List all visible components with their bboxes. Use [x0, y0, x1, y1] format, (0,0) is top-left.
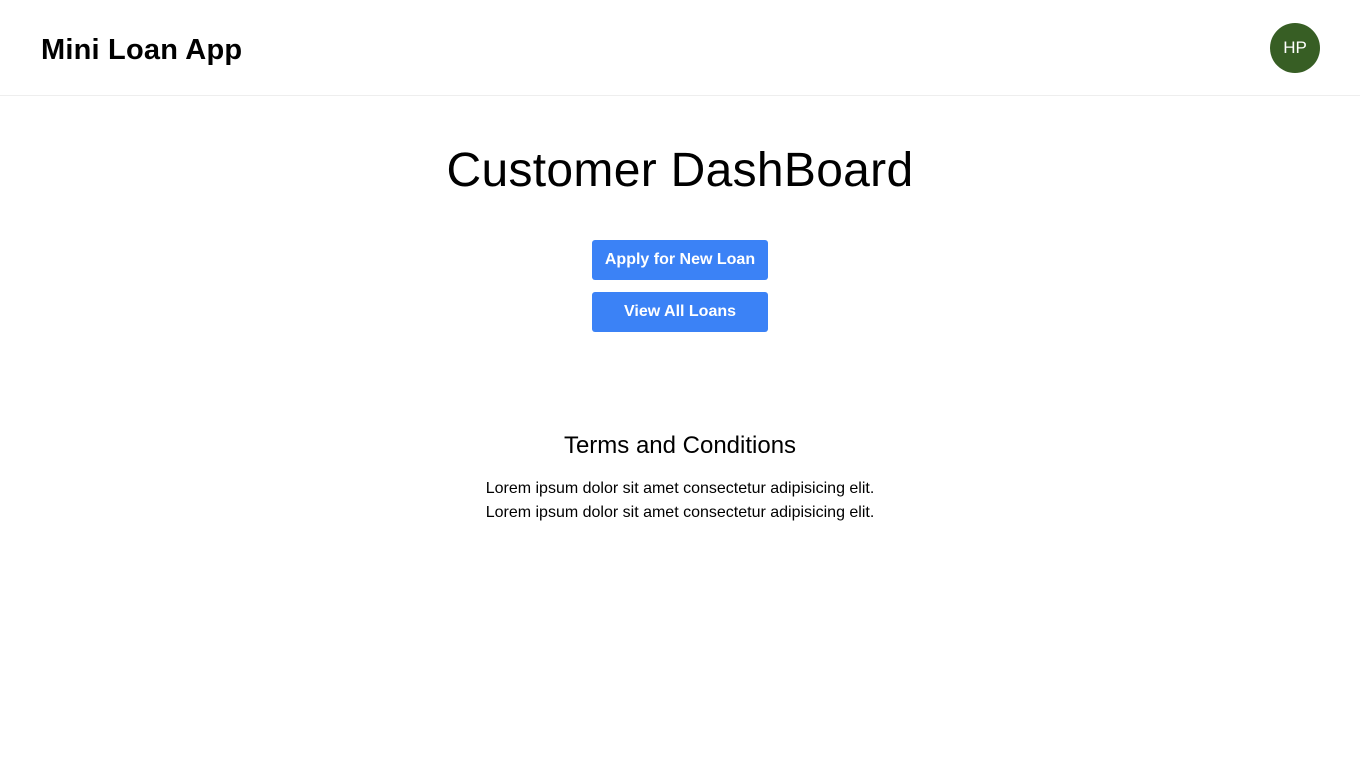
page-title: Customer DashBoard [446, 144, 914, 197]
terms-line: Lorem ipsum dolor sit amet consectetur a… [485, 504, 875, 521]
user-avatar[interactable]: HP [1270, 23, 1320, 73]
terms-line: Lorem ipsum dolor sit amet consectetur a… [485, 480, 875, 497]
app-title: Mini Loan App [41, 34, 243, 66]
terms-text: Lorem ipsum dolor sit amet consectetur a… [0, 477, 1360, 525]
apply-new-loan-button[interactable]: Apply for New Loan [592, 240, 768, 280]
top-navbar: Mini Loan App HP [0, 0, 1360, 96]
view-all-loans-button[interactable]: View All Loans [592, 292, 768, 332]
terms-heading: Terms and Conditions [563, 432, 797, 459]
